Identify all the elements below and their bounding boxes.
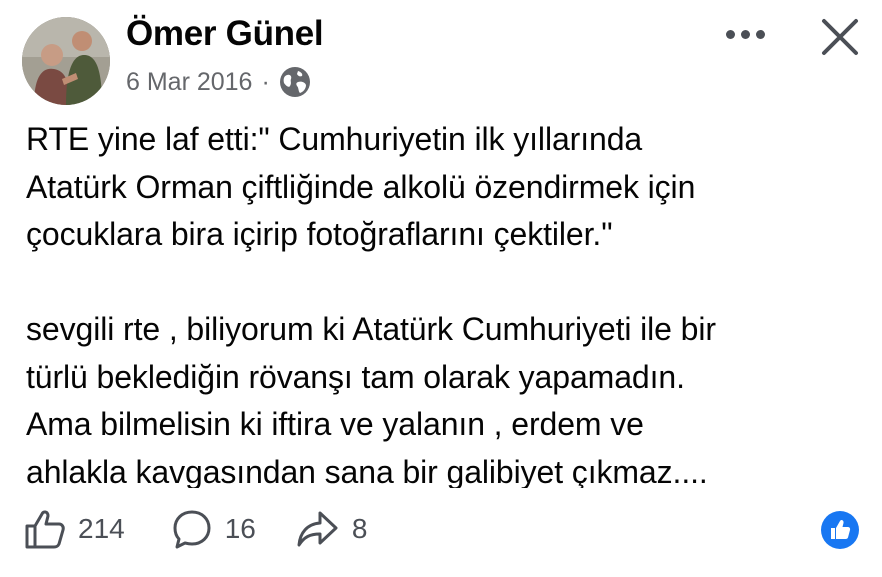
comment-count: 16	[224, 513, 256, 544]
like-count: 214	[78, 513, 125, 544]
share-arrow-icon	[297, 511, 338, 547]
dot	[741, 30, 750, 39]
avatar-photo	[22, 17, 110, 105]
thumbs-up-icon	[25, 510, 65, 549]
like-button[interactable]: 214	[24, 508, 125, 550]
post-date[interactable]: 6 Mar 2016	[126, 68, 252, 97]
comment-bubble-icon	[173, 510, 211, 549]
author-name[interactable]: Ömer Günel	[126, 14, 324, 54]
meta-separator: ·	[261, 67, 270, 96]
post-text: RTE yine laf etti:" Cumhuriyetin ilk yıl…	[26, 121, 716, 488]
dot	[726, 30, 735, 39]
globe-icon	[279, 67, 310, 97]
comment-button[interactable]: 16	[171, 508, 256, 550]
post-meta: 6 Mar 2016 ·	[126, 62, 311, 102]
more-options-button[interactable]	[726, 30, 765, 39]
share-count: 8	[351, 513, 368, 544]
close-icon[interactable]	[818, 15, 862, 59]
share-button[interactable]: 8	[296, 508, 368, 550]
avatar[interactable]	[22, 17, 110, 105]
dot	[756, 30, 765, 39]
like-reaction-icon[interactable]	[820, 510, 860, 550]
action-bar: 214 16 8	[24, 504, 367, 554]
